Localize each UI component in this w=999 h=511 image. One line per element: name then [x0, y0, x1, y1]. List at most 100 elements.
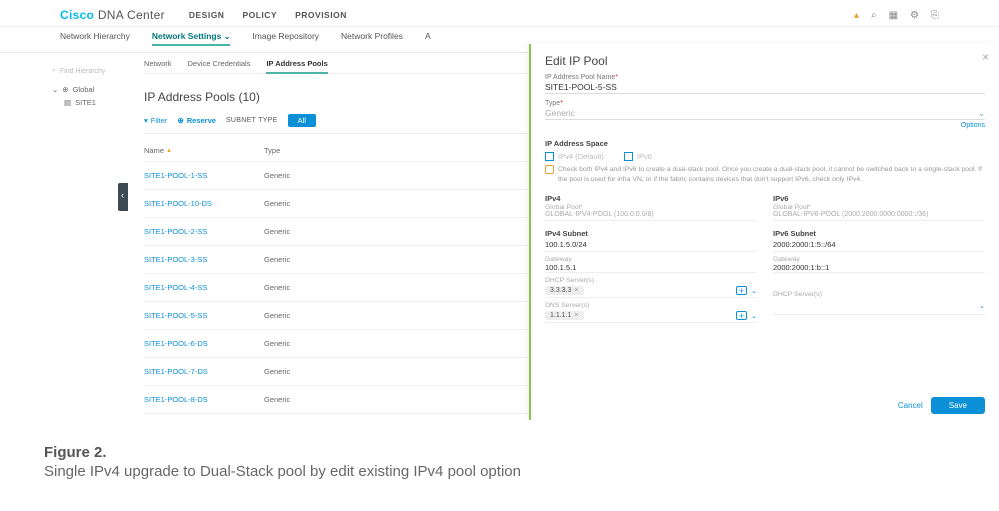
brand-cisco: Cisco [60, 8, 94, 22]
chevron-down-icon: ⌄ [978, 109, 985, 118]
ipv4-subnet-value[interactable]: 100.1.5.0/24 [545, 238, 757, 252]
building-icon: ▤ [64, 98, 71, 107]
menu-design[interactable]: DESIGN [189, 10, 225, 20]
subnet-type-all-pill[interactable]: All [288, 114, 316, 127]
apps-icon[interactable]: ▦ [889, 10, 898, 21]
ipv4-globalpool-value[interactable]: GLOBAL-IPV4-POOL (100.0.0.0/8) [545, 211, 757, 221]
chevron-down-icon: ⌄ [52, 85, 58, 94]
notifications-icon[interactable]: ⎘ [931, 10, 939, 21]
pool-name-link[interactable]: SITE1-POOL-6-DS [144, 339, 264, 348]
figure-caption: Single IPv4 upgrade to Dual-Stack pool b… [44, 463, 521, 480]
gear-icon[interactable]: ⚙ [910, 10, 919, 21]
type-select[interactable]: Generic⌄ [545, 107, 985, 120]
subnav-network-hierarchy[interactable]: Network Hierarchy [60, 31, 130, 46]
subnav-image-repository[interactable]: Image Repository [252, 31, 319, 46]
pool-type: Generic [264, 255, 324, 264]
sidebar: ⌕ Find Hierarchy ⌄ ⊕ Global ▤ SITE1 [0, 53, 128, 417]
ipv6-subnet-label: IPv6 Subnet [773, 229, 985, 238]
col-header-type[interactable]: Type [264, 146, 324, 155]
ipv6-dhcp-label: DHCP Server(s) [773, 291, 985, 298]
ipv4-section-header: IPv4 [545, 194, 757, 203]
sort-asc-icon: ▲ [166, 148, 172, 154]
chevron-down-icon: ⌄ [751, 312, 757, 320]
pool-type: Generic [264, 199, 324, 208]
pool-type: Generic [264, 395, 324, 404]
warning-text: Check both IPv4 and IPv6 to create a dua… [558, 165, 985, 184]
collapse-sidebar-handle[interactable] [118, 183, 128, 211]
pool-type: Generic [264, 283, 324, 292]
reserve-link[interactable]: ⊕Reserve [177, 116, 216, 125]
pool-name-link[interactable]: SITE1-POOL-8-DS [144, 395, 264, 404]
sidebar-node-global[interactable]: ⌄ ⊕ Global [52, 85, 120, 94]
brand: Cisco DNA Center [60, 8, 165, 22]
close-icon[interactable]: × [982, 50, 989, 64]
menu-provision[interactable]: PROVISION [295, 10, 347, 20]
remove-chip-icon[interactable]: × [574, 287, 578, 294]
pool-type: Generic [264, 339, 324, 348]
chevron-down-icon: ⌄ [979, 302, 985, 310]
pool-name-link[interactable]: SITE1-POOL-2-SS [144, 227, 264, 236]
pool-name-link[interactable]: SITE1-POOL-5-SS [144, 311, 264, 320]
search-icon: ⌕ [52, 67, 56, 75]
pool-name-label: IP Address Pool Name* [545, 74, 985, 81]
chevron-down-icon: ⌄ [224, 32, 231, 41]
ipv4-subnet-label: IPv4 Subnet [545, 229, 757, 238]
ipv4-checkbox[interactable] [545, 152, 554, 161]
subnet-type-label: SUBNET TYPE [226, 117, 278, 124]
ipv4-dhcp-field[interactable]: 3.3.3.3× +⌄ [545, 284, 757, 298]
ipv6-globalpool-label: Global Pool* [773, 204, 985, 211]
pool-name-link[interactable]: SITE1-POOL-1-SS [144, 171, 264, 180]
pool-type: Generic [264, 171, 324, 180]
tab-network[interactable]: Network [144, 59, 172, 68]
ipv6-gateway-label: Gateway [773, 256, 985, 263]
pool-type: Generic [264, 367, 324, 376]
pool-type: Generic [264, 311, 324, 320]
slideout-title: Edit IP Pool [545, 54, 985, 68]
ipv6-gateway-input[interactable]: 2000:2000:1:b::1 [773, 263, 985, 273]
subnav-truncated[interactable]: A [425, 31, 431, 46]
plus-icon: ⊕ [177, 116, 183, 125]
ipv6-subnet-input[interactable]: 2000:2000:1:5::/64 [773, 238, 985, 252]
ipv6-globalpool-value[interactable]: GLOBAL-IPV6-POOL (2000:2000:0000:0000::/… [773, 211, 985, 221]
remove-chip-icon[interactable]: × [574, 312, 578, 319]
ipv4-dns-field[interactable]: 1.1.1.1× +⌄ [545, 309, 757, 323]
sidebar-search[interactable]: ⌕ Find Hierarchy [52, 67, 120, 75]
col-header-name[interactable]: Name▲ [144, 146, 264, 155]
ipv6-checkbox[interactable] [624, 152, 633, 161]
sidebar-node-site1[interactable]: ▤ SITE1 [64, 98, 120, 107]
ipv4-globalpool-label: Global Pool* [545, 204, 757, 211]
brand-dna: DNA Center [94, 8, 165, 22]
pool-name-input[interactable]: SITE1-POOL-5-SS [545, 81, 985, 94]
pool-type: Generic [264, 227, 324, 236]
search-icon[interactable]: ⌕ [871, 10, 877, 21]
subnav-network-settings[interactable]: Network Settings ⌄ [152, 31, 231, 46]
save-button[interactable]: Save [931, 397, 985, 414]
chevron-down-icon: ⌄ [751, 287, 757, 295]
cancel-button[interactable]: Cancel [898, 401, 923, 410]
tab-device-credentials[interactable]: Device Credentials [188, 59, 251, 68]
ipv4-dhcp-label: DHCP Server(s) [545, 277, 757, 284]
pool-name-link[interactable]: SITE1-POOL-10-DS [144, 199, 264, 208]
ipv6-label: IPv6 [637, 152, 652, 161]
filter-link[interactable]: ▾Filter [144, 116, 167, 125]
pool-name-link[interactable]: SITE1-POOL-4-SS [144, 283, 264, 292]
pool-name-link[interactable]: SITE1-POOL-3-SS [144, 255, 264, 264]
menu-policy[interactable]: POLICY [242, 10, 277, 20]
globe-icon: ⊕ [62, 85, 68, 94]
ipv6-dhcp-field[interactable]: ⌄ [773, 298, 985, 315]
pool-name-link[interactable]: SITE1-POOL-7-DS [144, 367, 264, 376]
options-link[interactable]: Options [545, 122, 985, 129]
alert-icon[interactable]: ▴ [854, 10, 859, 21]
subnav-network-profiles[interactable]: Network Profiles [341, 31, 403, 46]
topbar: Cisco DNA Center DESIGN POLICY PROVISION… [0, 0, 999, 27]
figure-title: Figure 2. [44, 444, 521, 461]
add-dhcp-icon[interactable]: + [736, 286, 747, 295]
sidebar-search-placeholder: Find Hierarchy [60, 68, 106, 75]
add-dns-icon[interactable]: + [736, 311, 747, 320]
top-menu: DESIGN POLICY PROVISION [189, 10, 347, 20]
ip-address-space-header: IP Address Space [545, 139, 985, 148]
ipv4-default-label: IPv4 (Default) [558, 152, 604, 161]
sidebar-global-label: Global [73, 85, 95, 94]
tab-ip-address-pools[interactable]: IP Address Pools [266, 59, 327, 74]
ipv4-gateway-value[interactable]: 100.1.5.1 [545, 263, 757, 273]
